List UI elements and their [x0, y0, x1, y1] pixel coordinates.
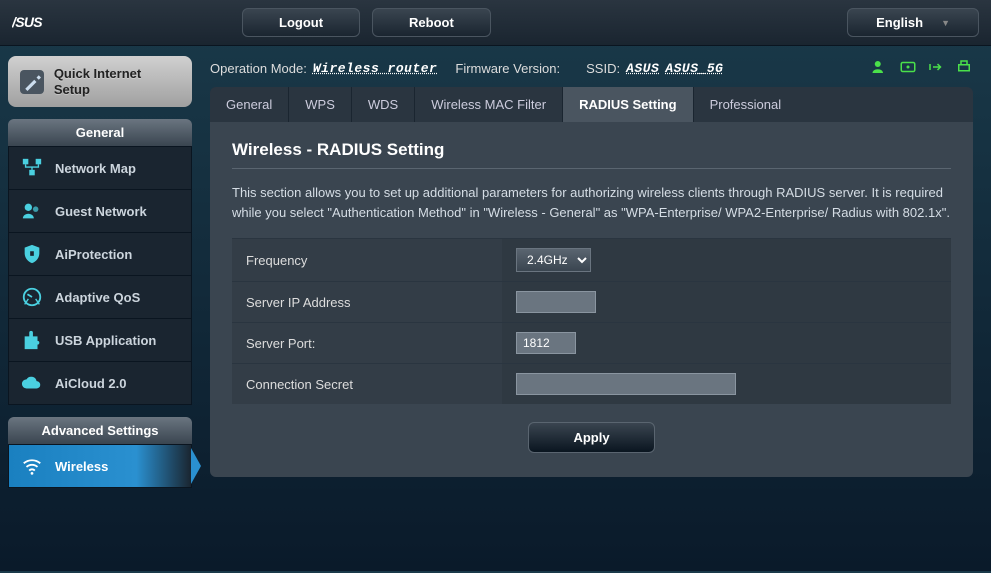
sidebar-item-label: AiCloud 2.0: [55, 376, 127, 391]
sidebar-item-label: AiProtection: [55, 247, 132, 262]
sidebar-item-label: USB Application: [55, 333, 156, 348]
server-port-input[interactable]: [516, 332, 576, 354]
sidebar-item-label: Adaptive QoS: [55, 290, 140, 305]
opmode-label: Operation Mode:: [210, 61, 307, 76]
advanced-header: Advanced Settings: [8, 417, 192, 444]
sidebar-item-label: Network Map: [55, 161, 136, 176]
connection-secret-label: Connection Secret: [232, 364, 502, 405]
quick-internet-setup-button[interactable]: Quick Internet Setup: [8, 56, 192, 107]
sidebar-item-aiprotection[interactable]: AiProtection: [8, 233, 192, 276]
tab-radius-setting[interactable]: RADIUS Setting: [563, 87, 694, 122]
sidebar-item-usb-application[interactable]: USB Application: [8, 319, 192, 362]
topbar: /SUS Logout Reboot English: [0, 0, 991, 46]
tabs: General WPS WDS Wireless MAC Filter RADI…: [210, 87, 973, 122]
asus-logo: /SUS: [12, 11, 82, 35]
content-panel: Wireless - RADIUS Setting This section a…: [210, 122, 973, 477]
apply-button[interactable]: Apply: [528, 422, 654, 453]
frequency-label: Frequency: [232, 239, 502, 282]
shield-icon: [21, 243, 43, 265]
server-ip-label: Server IP Address: [232, 282, 502, 323]
frequency-select[interactable]: 2.4GHz: [516, 248, 591, 272]
tab-professional[interactable]: Professional: [694, 87, 798, 122]
sidebar-item-label: Wireless: [55, 459, 108, 474]
ssid-value-2: ASUS_5G: [665, 61, 723, 76]
sidebar-item-guest-network[interactable]: Guest Network: [8, 190, 192, 233]
cloud-icon: [21, 372, 43, 394]
apply-row: Apply: [232, 404, 951, 453]
panel-description: This section allows you to set up additi…: [232, 183, 951, 222]
sidebar-item-adaptive-qos[interactable]: Adaptive QoS: [8, 276, 192, 319]
language-label: English: [876, 15, 923, 30]
table-row: Server Port:: [232, 323, 951, 364]
table-row: Frequency 2.4GHz: [232, 239, 951, 282]
sidebar-item-label: Guest Network: [55, 204, 147, 219]
logout-button[interactable]: Logout: [242, 8, 360, 37]
printer-status-icon[interactable]: [955, 58, 973, 79]
general-header: General: [8, 119, 192, 146]
puzzle-icon: [21, 329, 43, 351]
tab-general[interactable]: General: [210, 87, 289, 122]
sidebar-item-aicloud[interactable]: AiCloud 2.0: [8, 362, 192, 405]
table-row: Connection Secret: [232, 364, 951, 405]
tab-wds[interactable]: WDS: [352, 87, 415, 122]
status-icons: [871, 58, 973, 79]
wan-status-icon[interactable]: [899, 58, 917, 79]
container: Quick Internet Setup General Network Map…: [0, 46, 991, 573]
panel-title: Wireless - RADIUS Setting: [232, 140, 951, 160]
wireless-icon: [21, 455, 43, 477]
server-port-label: Server Port:: [232, 323, 502, 364]
tab-wireless-mac-filter[interactable]: Wireless MAC Filter: [415, 87, 563, 122]
connection-secret-input[interactable]: [516, 373, 736, 395]
server-ip-input[interactable]: [516, 291, 596, 313]
network-map-icon: [21, 157, 43, 179]
sidebar-item-network-map[interactable]: Network Map: [8, 146, 192, 190]
usb-status-icon[interactable]: [927, 58, 945, 79]
language-select[interactable]: English: [847, 8, 979, 37]
svg-text:/SUS: /SUS: [12, 14, 43, 30]
sidebar-item-wireless[interactable]: Wireless: [8, 444, 192, 488]
sidebar: Quick Internet Setup General Network Map…: [0, 46, 200, 573]
table-row: Server IP Address: [232, 282, 951, 323]
tab-wps[interactable]: WPS: [289, 87, 352, 122]
opmode-value[interactable]: Wireless router: [313, 61, 438, 76]
top-buttons: Logout Reboot: [242, 8, 491, 37]
guest-network-icon: [21, 200, 43, 222]
qis-label: Quick Internet Setup: [54, 66, 180, 97]
settings-table: Frequency 2.4GHz Server IP Address Serve…: [232, 238, 951, 404]
reboot-button[interactable]: Reboot: [372, 8, 491, 37]
info-row: Operation Mode: Wireless router Firmware…: [210, 58, 973, 79]
users-status-icon[interactable]: [871, 58, 889, 79]
main-content: Operation Mode: Wireless router Firmware…: [200, 46, 991, 573]
divider: [232, 168, 951, 169]
wand-icon: [20, 70, 44, 94]
qos-icon: [21, 286, 43, 308]
ssid-value-1: ASUS: [626, 61, 659, 76]
ssid-label: SSID:: [586, 61, 620, 76]
firmware-label: Firmware Version:: [455, 61, 560, 76]
